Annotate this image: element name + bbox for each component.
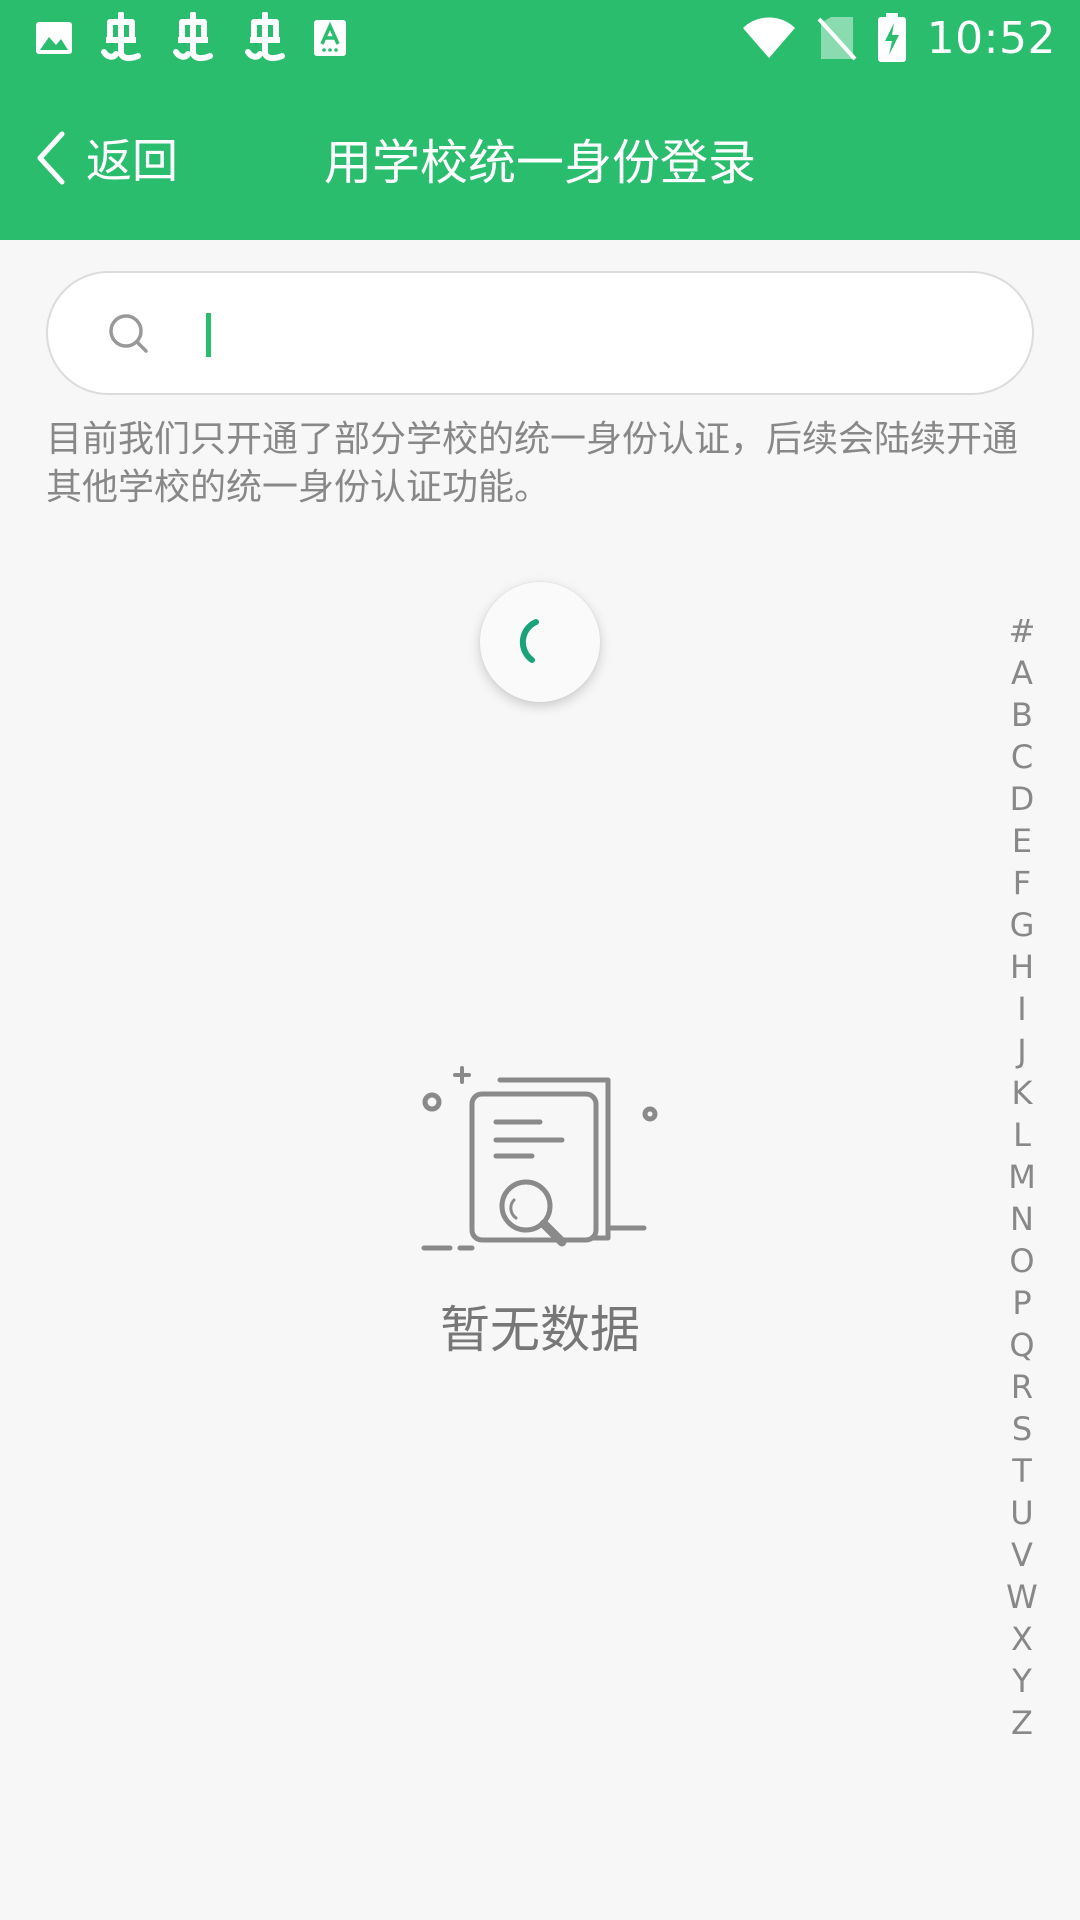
image-icon [34,18,74,58]
page-title: 用学校统一身份登录 [323,135,756,191]
alphabet-index-letter[interactable]: X [1011,1618,1033,1660]
alphabet-index-letter[interactable]: F [1013,862,1031,904]
alphabet-index-letter[interactable]: G [1010,904,1035,946]
alphabet-index-letter[interactable]: Q [1009,1324,1034,1366]
app-root: 10:52 返回 用学校统一身份登录 目前我们只开通了部分学校的统一身份认证，后… [0,0,1080,1920]
alphabet-index-letter[interactable]: J [1017,1030,1026,1072]
no-sim-icon [817,15,857,61]
alphabet-index-letter[interactable]: R [1011,1366,1033,1408]
text-a-icon [312,18,348,58]
empty-state-text: 暂无数据 [440,1301,640,1359]
alphabet-index-letter[interactable]: V [1011,1534,1033,1576]
empty-document-search-icon [414,1060,674,1264]
bug-icon [240,12,290,64]
alphabet-index-letter[interactable]: K [1012,1072,1033,1114]
alphabet-index-letter[interactable]: # [1009,610,1036,652]
spinner-arc-icon [519,619,539,663]
alphabet-index-letter[interactable]: D [1010,778,1035,820]
alphabet-index-letter[interactable]: T [1012,1450,1032,1492]
alphabet-index-letter[interactable]: Y [1012,1660,1032,1702]
alphabet-index-letter[interactable]: O [1009,1240,1034,1282]
alphabet-index-letter[interactable]: E [1012,820,1032,862]
alphabet-index-letter[interactable]: N [1010,1198,1034,1240]
status-right-icons: 10:52 [741,10,1056,66]
battery-charging-icon [877,13,907,63]
alphabet-index-letter[interactable]: B [1011,694,1033,736]
status-left-icons [34,10,348,66]
alphabet-index-letter[interactable]: M [1008,1156,1036,1198]
alphabet-index-letter[interactable]: Z [1011,1702,1033,1744]
alphabet-index-letter[interactable]: C [1011,736,1033,778]
search-input[interactable] [160,293,980,377]
app-header: 返回 用学校统一身份登录 [0,76,1080,240]
alphabet-index-letter[interactable]: P [1012,1282,1031,1324]
alphabet-index-letter[interactable]: H [1010,946,1034,988]
alphabet-index-letter[interactable]: U [1010,1492,1033,1534]
loading-spinner [480,582,600,702]
alphabet-index-letter[interactable]: L [1013,1114,1031,1156]
alphabet-index-letter[interactable]: W [1006,1576,1038,1618]
notice-text: 目前我们只开通了部分学校的统一身份认证，后续会陆续开通其他学校的统一身份认证功能… [46,419,1019,508]
status-bar: 10:52 [0,0,1080,76]
wifi-icon [741,16,797,60]
alphabet-index-letter[interactable]: S [1012,1408,1032,1450]
alphabet-index-letter[interactable]: A [1011,652,1033,694]
alphabet-index[interactable]: # A B C D E F G H I J K L M N O P Q R S T U V W X Y Z [1000,610,1044,1744]
status-time: 10:52 [926,12,1056,64]
bug-icon [96,12,146,64]
alphabet-index-letter[interactable]: I [1017,988,1026,1030]
search-box[interactable] [46,271,1034,395]
bug-icon [168,12,218,64]
search-icon [106,311,154,363]
